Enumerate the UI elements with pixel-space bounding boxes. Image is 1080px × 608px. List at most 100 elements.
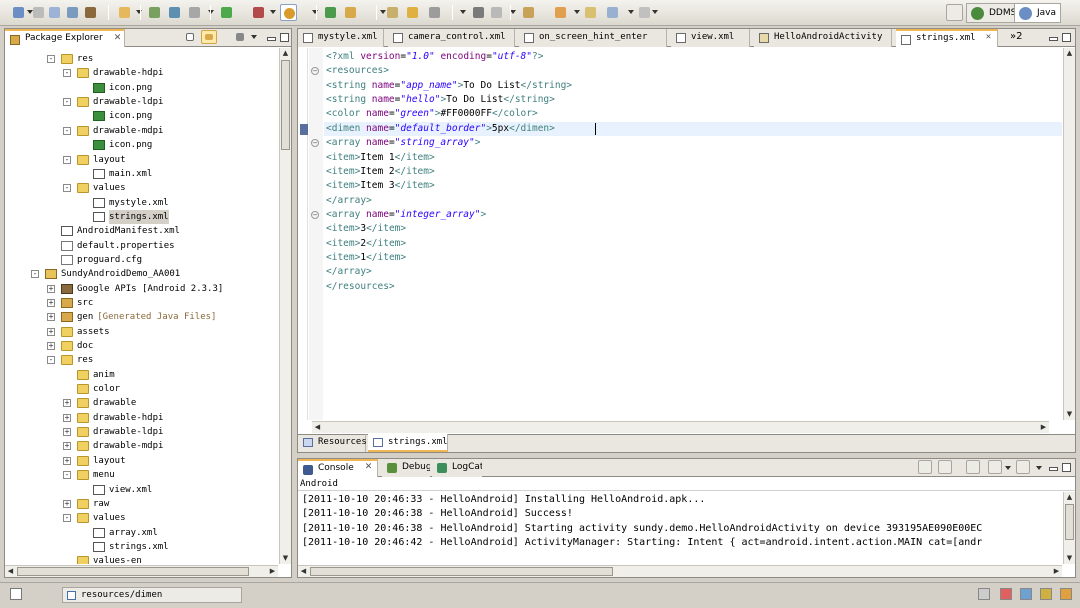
collapse-all-icon[interactable]	[183, 30, 197, 44]
console-output[interactable]: [2011-10-10 20:46:33 - HelloAndroid] Ins…	[298, 492, 1062, 564]
console-chevron-down-icon-1[interactable]	[1005, 466, 1011, 470]
explorer-vertical-scrollbar[interactable]: ▲ ▼	[279, 48, 291, 564]
tab-helloandroidactivity[interactable]: HelloAndroidActivity	[754, 29, 892, 47]
tree-item[interactable]: - layout	[63, 153, 126, 167]
page-tab-strings-xml[interactable]: strings.xml	[368, 434, 448, 452]
toolbar-chevron-down-icon-7[interactable]	[460, 10, 466, 14]
scroll-left-arrow-icon[interactable]: ◀	[5, 566, 16, 577]
toolbar-button-24[interactable]	[636, 4, 653, 21]
expand-icon[interactable]: +	[47, 298, 55, 307]
editor-vertical-scrollbar[interactable]: ▲ ▼	[1063, 48, 1075, 420]
collapse-icon[interactable]: -	[63, 514, 71, 523]
close-icon[interactable]: ✕	[364, 463, 373, 472]
toolbar-button-8[interactable]	[166, 4, 183, 21]
fold-collapse-icon[interactable]: −	[311, 67, 319, 76]
trim-stack-icon-1[interactable]	[978, 588, 990, 600]
tree-item[interactable]: icon.png	[93, 81, 152, 95]
expand-icon[interactable]: +	[63, 442, 71, 451]
tree-item[interactable]: - SundyAndroidDemo_AA001	[31, 267, 180, 281]
tree-item[interactable]: + drawable-ldpi	[63, 425, 163, 439]
toolbar-chevron-down-icon-3[interactable]	[208, 10, 214, 14]
editor-scroll-down-arrow-icon[interactable]: ▼	[1064, 409, 1075, 420]
console-horizontal-scrollbar[interactable]: ◀ ▶	[298, 565, 1062, 577]
collapse-icon[interactable]: -	[47, 356, 55, 365]
toolbar-button-23[interactable]	[604, 4, 621, 21]
page-tab-resources[interactable]: Resources	[298, 434, 367, 452]
tree-item[interactable]: icon.png	[93, 109, 152, 123]
expand-icon[interactable]: +	[47, 313, 55, 322]
toolbar-button-22[interactable]	[582, 4, 599, 21]
tab-camera-control-xml[interactable]: camera_control.xml	[388, 29, 515, 47]
editor-scroll-right-arrow-icon[interactable]: ▶	[1038, 422, 1049, 433]
tab-mystyle-xml[interactable]: mystyle.xml	[298, 29, 384, 47]
tree-item[interactable]: + Google APIs [Android 2.3.3]	[47, 282, 223, 296]
tree-item[interactable]: + drawable-hdpi	[63, 411, 163, 425]
tree-item[interactable]: color	[77, 382, 120, 396]
trim-stack-icon-4[interactable]	[1040, 588, 1052, 600]
console-minimize-icon[interactable]	[1049, 467, 1058, 471]
editor-minimize-icon[interactable]	[1049, 37, 1058, 41]
toolbar-button-6[interactable]	[116, 4, 133, 21]
tree-item[interactable]: - drawable-mdpi	[63, 124, 163, 138]
tree-item[interactable]: + layout	[63, 454, 126, 468]
collapse-icon[interactable]: -	[63, 69, 71, 78]
toolbar-button-19[interactable]	[488, 4, 505, 21]
toolbar-button-7[interactable]	[146, 4, 163, 21]
console-scroll-up-arrow-icon[interactable]: ▲	[1064, 492, 1075, 503]
tree-item[interactable]: + src	[47, 296, 93, 310]
toolbar-button-15[interactable]	[384, 4, 401, 21]
console-toolbar-button-3[interactable]	[966, 460, 980, 474]
tree-item[interactable]: AndroidManifest.xml	[61, 224, 180, 238]
tree-item[interactable]: main.xml	[93, 167, 152, 181]
console-toolbar-button-4[interactable]	[988, 460, 1002, 474]
tab-console[interactable]: Console ✕	[298, 459, 378, 477]
toolbar-button-5[interactable]	[82, 4, 99, 21]
editor-horizontal-scrollbar[interactable]: ◀ ▶	[312, 421, 1049, 433]
toolbar-button-9[interactable]	[186, 4, 203, 21]
toolbar-chevron-down-icon-6[interactable]	[380, 10, 386, 14]
expand-icon[interactable]: +	[63, 413, 71, 422]
expand-icon[interactable]: +	[63, 399, 71, 408]
editor-scroll-left-arrow-icon[interactable]: ◀	[312, 422, 323, 433]
tree-item[interactable]: - res	[47, 52, 93, 66]
toolbar-button-4[interactable]	[64, 4, 81, 21]
explorer-vscroll-thumb[interactable]	[281, 60, 290, 150]
toolbar-button-18[interactable]	[470, 4, 487, 21]
trim-stack-icon-5[interactable]	[1060, 588, 1072, 600]
tree-item[interactable]: + drawable	[63, 396, 136, 410]
perspective-java[interactable]: Java	[1014, 3, 1062, 23]
tree-item[interactable]: - values	[63, 181, 126, 195]
tab-logcat[interactable]: LogCat	[432, 459, 482, 477]
toolbar-chevron-down-icon-2[interactable]	[136, 10, 142, 14]
scroll-up-arrow-icon[interactable]: ▲	[280, 48, 291, 59]
tree-item[interactable]: mystyle.xml	[93, 196, 169, 210]
collapse-icon[interactable]: -	[63, 126, 71, 135]
minimize-icon[interactable]	[267, 37, 276, 41]
console-chevron-down-icon-2[interactable]	[1036, 466, 1042, 470]
editor-maximize-icon[interactable]	[1062, 33, 1071, 42]
open-perspective-icon[interactable]	[946, 4, 963, 21]
console-vertical-scrollbar[interactable]: ▲ ▼	[1063, 492, 1075, 564]
tree-item[interactable]: view.xml	[93, 483, 152, 497]
console-scroll-down-arrow-icon[interactable]: ▼	[1064, 553, 1075, 564]
collapse-icon[interactable]: -	[47, 55, 55, 63]
fold-collapse-icon[interactable]: −	[311, 139, 319, 148]
expand-icon[interactable]: +	[47, 284, 55, 293]
expand-icon[interactable]: +	[47, 342, 55, 350]
toolbar-chevron-down-icon-5[interactable]	[312, 10, 318, 14]
console-toolbar-button-5[interactable]	[1016, 460, 1030, 474]
toolbar-chevron-down-icon-10[interactable]	[628, 10, 634, 14]
collapse-icon[interactable]: -	[31, 270, 39, 279]
toolbar-button-12[interactable]	[280, 4, 297, 21]
toolbar-button-1[interactable]	[10, 4, 27, 21]
tree-item[interactable]: + gen [Generated Java Files]	[47, 310, 216, 324]
scroll-right-arrow-icon[interactable]: ▶	[267, 566, 278, 577]
tree-item[interactable]: + raw	[63, 497, 109, 511]
tree-item[interactable]: anim	[77, 368, 115, 382]
toolbar-chevron-down-icon-1[interactable]	[27, 10, 33, 14]
editor-scroll-up-arrow-icon[interactable]: ▲	[1064, 48, 1075, 59]
tree-item[interactable]: + doc	[47, 339, 93, 353]
link-with-editor-icon[interactable]	[201, 30, 217, 44]
toolbar-chevron-down-icon-9[interactable]	[574, 10, 580, 14]
trim-stack-icon-2[interactable]	[1000, 588, 1012, 600]
